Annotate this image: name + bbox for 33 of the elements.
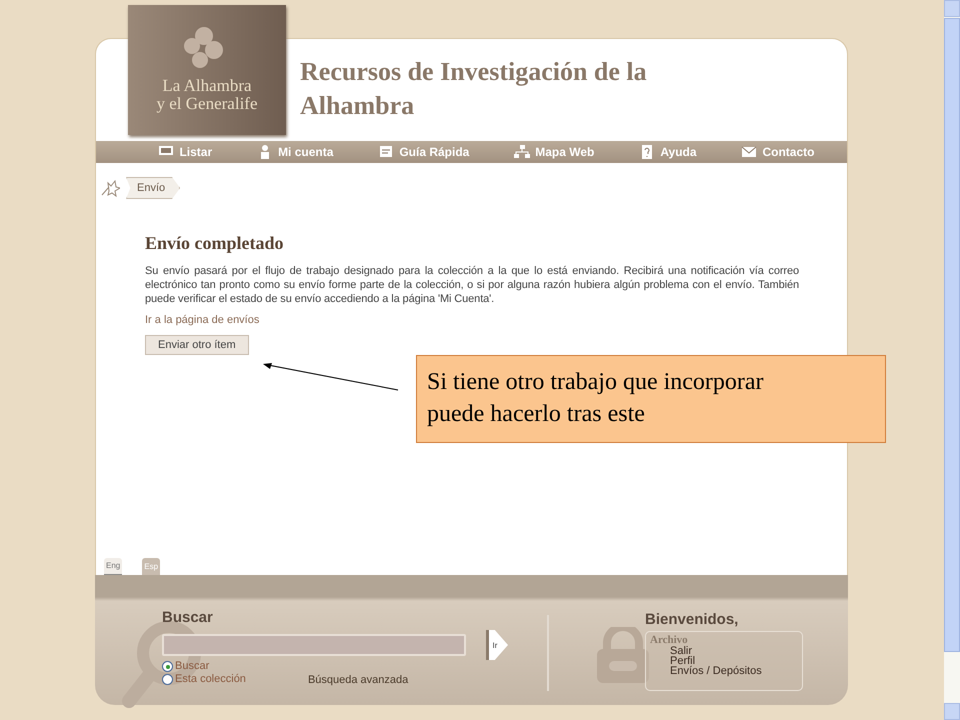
welcome-heading: Bienvenidos,: [645, 611, 740, 628]
padlock-icon: [595, 627, 651, 685]
scrollbar[interactable]: [944, 0, 960, 720]
submissions-link[interactable]: Ir a la página de envíos: [145, 314, 260, 326]
language-tab[interactable]: Eng: [104, 558, 122, 575]
logo-text: La Alhambra: [162, 77, 252, 95]
nav-link[interactable]: Listar: [158, 144, 212, 160]
send-another-button[interactable]: Enviar otro ítem: [145, 335, 249, 355]
note-icon: [378, 144, 394, 160]
account-link[interactable]: Envíos / Depósitos: [670, 666, 798, 676]
nav-link[interactable]: Mapa Web: [514, 144, 594, 160]
scope-radio[interactable]: Esta colección: [162, 673, 246, 686]
search-label: Buscar: [162, 609, 214, 626]
account-box-title: Archivo: [650, 634, 689, 646]
breadcrumb-item[interactable]: Envío: [126, 177, 180, 199]
nav-link[interactable]: Contacto: [741, 144, 814, 160]
account-link[interactable]: Perfil: [670, 656, 798, 666]
nav-link[interactable]: Ayuda: [639, 144, 697, 160]
nav-link[interactable]: Mi cuenta: [257, 144, 334, 160]
go-button[interactable]: Ir: [486, 630, 508, 660]
envelope-icon: [741, 144, 758, 160]
search-field[interactable]: [162, 634, 466, 656]
radio-icon[interactable]: [162, 661, 173, 672]
logo-text: y el Generalife: [156, 95, 258, 113]
advanced-search-link[interactable]: Búsqueda avanzada: [308, 674, 408, 686]
callout-note: Si tiene otro trabajo que incorporar puede hacerlo tras este: [416, 355, 886, 443]
site-title: Recursos de Investigación de la Alhambra: [300, 56, 648, 122]
scope-radio[interactable]: Buscar: [162, 660, 246, 673]
nav-link[interactable]: Guía Rápida: [378, 144, 470, 160]
page-heading: Envío completado: [145, 233, 284, 254]
sitemap-icon: [514, 144, 530, 160]
account-link[interactable]: Salir: [670, 646, 798, 656]
message-text: Su envío pasará por el flujo de trabajo designado para la colección a la que lo está enviando. Recibirá una notificación vía correo electrónico tan pronto como su envío forme parte de la colección, o si por alguna razón hubiera algún problema con el envío. También puede verificar el estado de su envío accediendo a la página 'Mi Cuenta'.: [145, 264, 799, 306]
